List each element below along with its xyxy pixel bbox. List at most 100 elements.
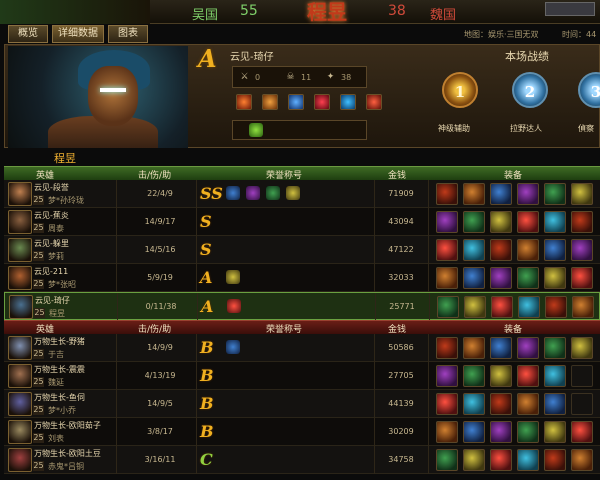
equipment-item-icon[interactable] <box>491 296 513 318</box>
hero-avatar[interactable] <box>8 336 32 360</box>
equipment-item-icon[interactable] <box>571 183 593 205</box>
equipment-item-icon[interactable] <box>571 337 593 359</box>
equipment-item-icon[interactable] <box>490 211 512 233</box>
player-row[interactable]: 25 万物生长-欧阳土豆 赤鬼*吕铜 3/16/11 C 34758 <box>4 446 600 474</box>
hero-avatar[interactable] <box>8 210 32 234</box>
honor-leaf-icon[interactable] <box>249 123 263 137</box>
equipment-item-icon[interactable] <box>463 183 485 205</box>
equipment-item-icon[interactable] <box>463 449 485 471</box>
player-row[interactable]: 25 万物生长-欧阳茹子 刘表 3/8/17 B 30209 <box>4 418 600 446</box>
equipment-item-icon[interactable] <box>544 267 566 289</box>
equipment-item-icon[interactable] <box>571 239 593 261</box>
equipment-item-icon[interactable] <box>517 365 539 387</box>
honor-badge-icon[interactable] <box>226 340 240 354</box>
equipment-item-icon[interactable] <box>517 337 539 359</box>
equipment-item-icon[interactable] <box>517 421 539 443</box>
equipment-item-icon[interactable] <box>572 296 594 318</box>
medal-2-icon[interactable]: 2 <box>512 72 548 108</box>
equipment-item-icon[interactable] <box>436 211 458 233</box>
hero-avatar[interactable] <box>8 364 32 388</box>
equipment-item-icon[interactable] <box>544 211 566 233</box>
equipment-item-icon[interactable] <box>490 421 512 443</box>
honor-blade-icon[interactable] <box>314 94 330 110</box>
equipment-item-icon[interactable] <box>517 449 539 471</box>
equipment-item-icon[interactable] <box>545 296 567 318</box>
hero-avatar[interactable] <box>9 295 33 319</box>
equipment-item-icon[interactable] <box>436 393 458 415</box>
equipment-item-icon[interactable] <box>544 421 566 443</box>
equipment-item-icon[interactable] <box>518 296 540 318</box>
equipment-item-icon[interactable] <box>463 267 485 289</box>
honor-sword-icon[interactable] <box>288 94 304 110</box>
equipment-item-icon[interactable] <box>517 183 539 205</box>
equipment-item-icon[interactable] <box>490 365 512 387</box>
equipment-item-icon[interactable] <box>544 393 566 415</box>
player-row[interactable]: 25 云见-211 梦*张昭 5/9/19 A 32033 <box>4 264 600 292</box>
equipment-item-icon[interactable] <box>544 239 566 261</box>
equipment-item-icon[interactable] <box>544 449 566 471</box>
player-row[interactable]: 25 万物生长-鱼伺 梦*小乔 14/9/5 B 44139 <box>4 390 600 418</box>
tab-overview[interactable]: 概览 <box>8 25 48 43</box>
equipment-item-icon[interactable] <box>436 267 458 289</box>
player-row[interactable]: 25 万物生长-震震 魏延 4/13/19 B 27705 <box>4 362 600 390</box>
honor-gem-icon[interactable] <box>340 94 356 110</box>
equipment-item-icon[interactable] <box>571 449 593 471</box>
equipment-item-icon[interactable] <box>517 239 539 261</box>
equipment-item-icon[interactable] <box>490 267 512 289</box>
honor-badge-icon[interactable] <box>286 186 300 200</box>
equipment-item-icon[interactable] <box>463 421 485 443</box>
empty-item-slot[interactable] <box>571 365 593 387</box>
player-row[interactable]: 25 云见-蕉炎 周泰 14/9/17 S 43094 <box>4 208 600 236</box>
honor-badge-icon[interactable] <box>227 299 241 313</box>
equipment-item-icon[interactable] <box>571 267 593 289</box>
equipment-item-icon[interactable] <box>464 296 486 318</box>
medal-1-icon[interactable]: 1 <box>442 72 478 108</box>
player-row[interactable]: 25 云见-段誉 梦*孙玲珑 22/4/9 SS 71909 <box>4 180 600 208</box>
equipment-item-icon[interactable] <box>436 183 458 205</box>
honor-badge-icon[interactable] <box>226 186 240 200</box>
tab-chart[interactable]: 图表 <box>108 25 148 43</box>
tab-detail-data[interactable]: 详细数据 <box>52 25 104 43</box>
equipment-item-icon[interactable] <box>490 337 512 359</box>
equipment-item-icon[interactable] <box>544 183 566 205</box>
equipment-item-icon[interactable] <box>544 365 566 387</box>
equipment-item-icon[interactable] <box>463 211 485 233</box>
equipment-item-icon[interactable] <box>463 239 485 261</box>
hero-avatar[interactable] <box>8 420 32 444</box>
equipment-item-icon[interactable] <box>517 393 539 415</box>
equipment-item-icon[interactable] <box>436 337 458 359</box>
equipment-item-icon[interactable] <box>490 239 512 261</box>
equipment-item-icon[interactable] <box>517 211 539 233</box>
equipment-item-icon[interactable] <box>436 421 458 443</box>
empty-item-slot[interactable] <box>571 393 593 415</box>
hero-avatar[interactable] <box>8 266 32 290</box>
hero-avatar[interactable] <box>8 182 32 206</box>
hero-avatar[interactable] <box>8 238 32 262</box>
player-row[interactable]: 25 万物生长-野猪 于吉 14/9/9 B 50586 <box>4 334 600 362</box>
honor-badge-icon[interactable] <box>246 186 260 200</box>
honor-fire-icon[interactable] <box>366 94 382 110</box>
honor-fist-icon[interactable] <box>262 94 278 110</box>
equipment-item-icon[interactable] <box>490 449 512 471</box>
equipment-item-icon[interactable] <box>490 183 512 205</box>
equipment-item-icon[interactable] <box>517 267 539 289</box>
equipment-item-icon[interactable] <box>544 337 566 359</box>
equipment-item-icon[interactable] <box>463 365 485 387</box>
equipment-item-icon[interactable] <box>463 337 485 359</box>
window-controls[interactable] <box>545 2 595 16</box>
equipment-item-icon[interactable] <box>437 296 459 318</box>
equipment-item-icon[interactable] <box>490 393 512 415</box>
equipment-item-icon[interactable] <box>571 211 593 233</box>
honor-badge-icon[interactable] <box>266 186 280 200</box>
hero-avatar[interactable] <box>8 392 32 416</box>
equipment-item-icon[interactable] <box>436 449 458 471</box>
honor-flame-icon[interactable] <box>236 94 252 110</box>
equipment-item-icon[interactable] <box>463 393 485 415</box>
equipment-item-icon[interactable] <box>436 365 458 387</box>
equipment-item-icon[interactable] <box>436 239 458 261</box>
honor-badge-icon[interactable] <box>226 270 240 284</box>
hero-avatar[interactable] <box>8 448 32 472</box>
player-row[interactable]: 25 云见-躲里 梦莉 14/5/16 S 47122 <box>4 236 600 264</box>
player-row[interactable]: 25 云见-琦仔 程昱 0/11/38 A 25771 <box>4 292 600 321</box>
equipment-item-icon[interactable] <box>571 421 593 443</box>
